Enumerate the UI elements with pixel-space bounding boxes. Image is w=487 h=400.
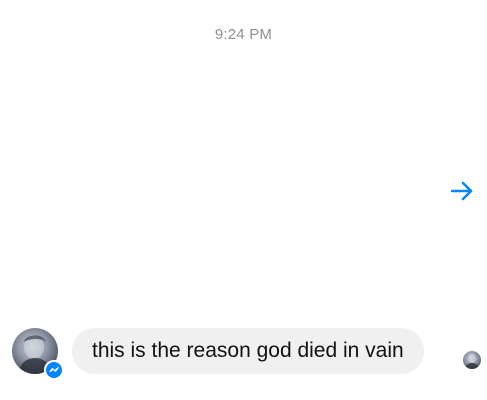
seen-avatar-icon bbox=[463, 351, 481, 369]
message-timestamp: 9:24 PM bbox=[214, 26, 273, 43]
shared-attachment-card[interactable] bbox=[66, 66, 436, 324]
messenger-bolt-icon bbox=[49, 367, 59, 373]
messenger-icon bbox=[44, 360, 64, 380]
read-receipt-photo-icon bbox=[465, 353, 479, 369]
arrow-right-icon bbox=[450, 181, 473, 201]
share-arrow-icon[interactable] bbox=[447, 176, 477, 206]
message-text: this is the reason god died in vain bbox=[92, 339, 404, 362]
message-bubble[interactable]: this is the reason god died in vain bbox=[72, 328, 424, 374]
